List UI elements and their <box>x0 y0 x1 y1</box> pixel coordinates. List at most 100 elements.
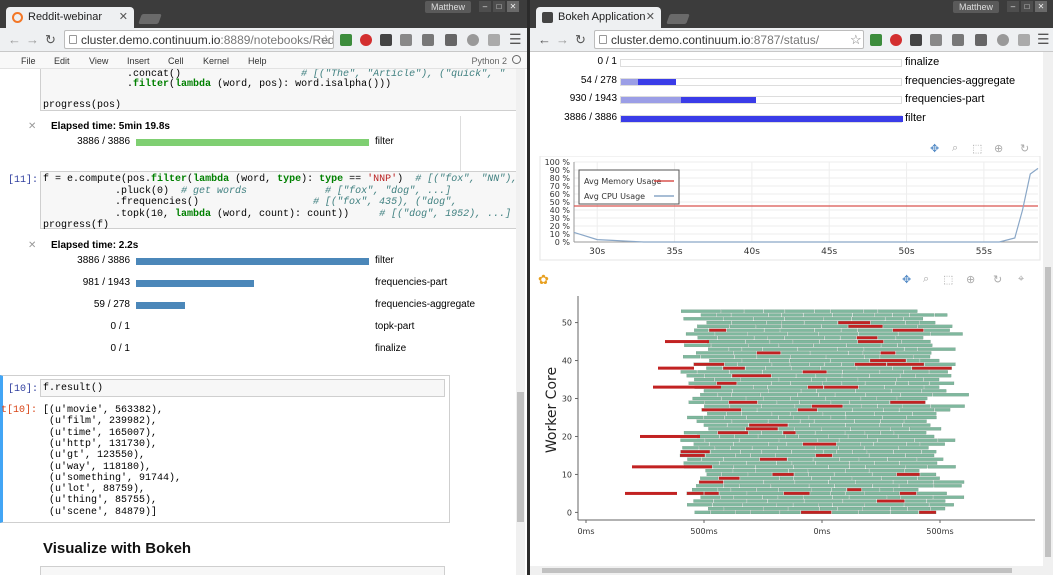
bokeh-scrollbar[interactable] <box>1043 52 1053 567</box>
reload-icon[interactable]: ↻ <box>575 32 586 48</box>
close-window-icon[interactable]: ✕ <box>1035 1 1047 12</box>
transfer-task <box>807 385 824 389</box>
hover-tool-icon[interactable]: ⌖ <box>1018 273 1024 286</box>
maximize-icon[interactable]: □ <box>493 1 505 12</box>
compute-task <box>694 328 709 332</box>
extension-b-icon[interactable] <box>1018 34 1030 46</box>
user-badge[interactable]: Matthew <box>953 1 1000 13</box>
close-window-icon[interactable]: ✕ <box>507 1 519 12</box>
transfer-task <box>658 366 694 370</box>
browser-menu-icon[interactable]: ☰ <box>1037 31 1050 48</box>
bookmark-star-icon[interactable]: ☆ <box>850 32 862 48</box>
compute-task <box>902 404 931 408</box>
compute-task <box>767 385 808 389</box>
zoom-tool-icon[interactable]: ⌕ <box>952 142 958 155</box>
menu-insert[interactable]: Insert <box>127 56 150 66</box>
minimize-icon[interactable]: – <box>479 1 491 12</box>
close-output-icon[interactable]: ✕ <box>28 121 36 132</box>
compute-task <box>756 324 782 328</box>
reset-icon[interactable]: ↻ <box>1020 142 1029 155</box>
menu-edit[interactable]: Edit <box>54 56 70 66</box>
compute-task <box>874 313 893 317</box>
extension-opera-icon[interactable] <box>360 34 372 46</box>
box-zoom-icon[interactable]: ⬚ <box>943 273 953 286</box>
compute-task <box>753 317 785 321</box>
compute-task <box>732 419 768 423</box>
compute-task <box>713 465 734 469</box>
compute-task <box>858 510 890 515</box>
compute-task <box>706 472 722 477</box>
pan-tool-icon[interactable]: ✥ <box>902 273 911 286</box>
extension-evernote-icon[interactable] <box>340 34 352 46</box>
task-name: filter <box>905 111 926 124</box>
forward-icon[interactable]: → <box>26 32 39 47</box>
transfer-task <box>876 499 905 503</box>
extension-grid-icon[interactable] <box>930 34 942 46</box>
extension-window-icon[interactable] <box>975 34 987 46</box>
extension-play-icon[interactable] <box>467 34 479 46</box>
progress-bar-fill <box>136 280 254 287</box>
compute-task <box>709 358 742 363</box>
tab-reddit-webinar[interactable]: Reddit-webinar ✕ <box>6 7 134 28</box>
back-icon[interactable]: ← <box>538 32 551 47</box>
extension-evernote-icon[interactable] <box>870 34 882 46</box>
compute-task <box>880 488 894 492</box>
reload-icon[interactable]: ↻ <box>45 32 56 48</box>
menu-help[interactable]: Help <box>248 56 267 66</box>
task-name: frequencies-part <box>905 93 985 105</box>
h-scroll-track[interactable] <box>530 566 1053 575</box>
compute-task <box>720 385 754 389</box>
minimize-icon[interactable]: – <box>1007 1 1019 12</box>
compute-task <box>748 431 762 435</box>
compute-task <box>846 423 880 427</box>
user-badge[interactable]: Matthew <box>425 1 472 13</box>
tab-bokeh-application[interactable]: Bokeh Application ✕ <box>536 7 661 28</box>
extension-grid-icon[interactable] <box>400 34 412 46</box>
menu-view[interactable]: View <box>89 56 108 66</box>
compute-task <box>746 339 770 344</box>
new-tab-button[interactable] <box>666 14 690 24</box>
progress-task-name: frequencies-aggregate <box>375 299 476 310</box>
extension-glasses-icon[interactable] <box>380 34 392 46</box>
resource-usage-chart[interactable]: 0 %10 %20 %30 %40 %50 %60 %70 %80 %90 %1… <box>530 156 1043 266</box>
zoom-tool-icon[interactable]: ⌕ <box>923 273 929 286</box>
extension-opera-icon[interactable] <box>890 34 902 46</box>
code-cell-next[interactable] <box>40 566 445 575</box>
compute-task <box>845 491 865 496</box>
notebook-scrollbar[interactable] <box>516 69 525 575</box>
wheel-zoom-icon[interactable]: ⊕ <box>966 273 975 286</box>
h-scroll-thumb[interactable] <box>542 568 1012 573</box>
close-tab-icon[interactable]: ✕ <box>646 10 655 23</box>
menu-file[interactable]: File <box>21 56 36 66</box>
progress-bar <box>136 280 369 287</box>
address-bar[interactable]: cluster.demo.continuum.io:8787/status/ ☆ <box>594 30 864 49</box>
address-bar[interactable]: cluster.demo.continuum.io:8889/notebooks… <box>64 30 334 49</box>
reset-icon[interactable]: ↻ <box>993 273 1002 286</box>
browser-menu-icon[interactable]: ☰ <box>509 31 522 48</box>
maximize-icon[interactable]: □ <box>1021 1 1033 12</box>
forward-icon[interactable]: → <box>556 32 569 47</box>
extension-glasses-icon[interactable] <box>910 34 922 46</box>
wheel-zoom-icon[interactable]: ⊕ <box>994 142 1003 155</box>
legend-label: Avg Memory Usage <box>584 177 661 186</box>
pan-tool-icon[interactable]: ✥ <box>930 142 939 155</box>
extension-g-icon[interactable] <box>952 34 964 46</box>
compute-task <box>850 427 891 431</box>
extension-b-icon[interactable] <box>488 34 500 46</box>
new-tab-button[interactable] <box>138 14 162 24</box>
close-tab-icon[interactable]: ✕ <box>119 10 128 23</box>
bookmark-star-icon[interactable]: ☆ <box>320 32 332 48</box>
scrollbar-thumb[interactable] <box>517 392 524 522</box>
task-stream-chart[interactable]: 010203040500ms 500ms 0ms 500msWorker Core <box>530 290 1043 550</box>
compute-task <box>898 434 935 439</box>
scrollbar-thumb[interactable] <box>1045 267 1051 557</box>
box-zoom-icon[interactable]: ⬚ <box>972 142 982 155</box>
close-output-icon[interactable]: ✕ <box>28 240 36 251</box>
extension-window-icon[interactable] <box>445 34 457 46</box>
x-tick-label: 35s <box>666 247 682 257</box>
back-icon[interactable]: ← <box>8 32 21 47</box>
menu-kernel[interactable]: Kernel <box>203 56 229 66</box>
extension-play-icon[interactable] <box>997 34 1009 46</box>
menu-cell[interactable]: Cell <box>168 56 184 66</box>
extension-g-icon[interactable] <box>422 34 434 46</box>
